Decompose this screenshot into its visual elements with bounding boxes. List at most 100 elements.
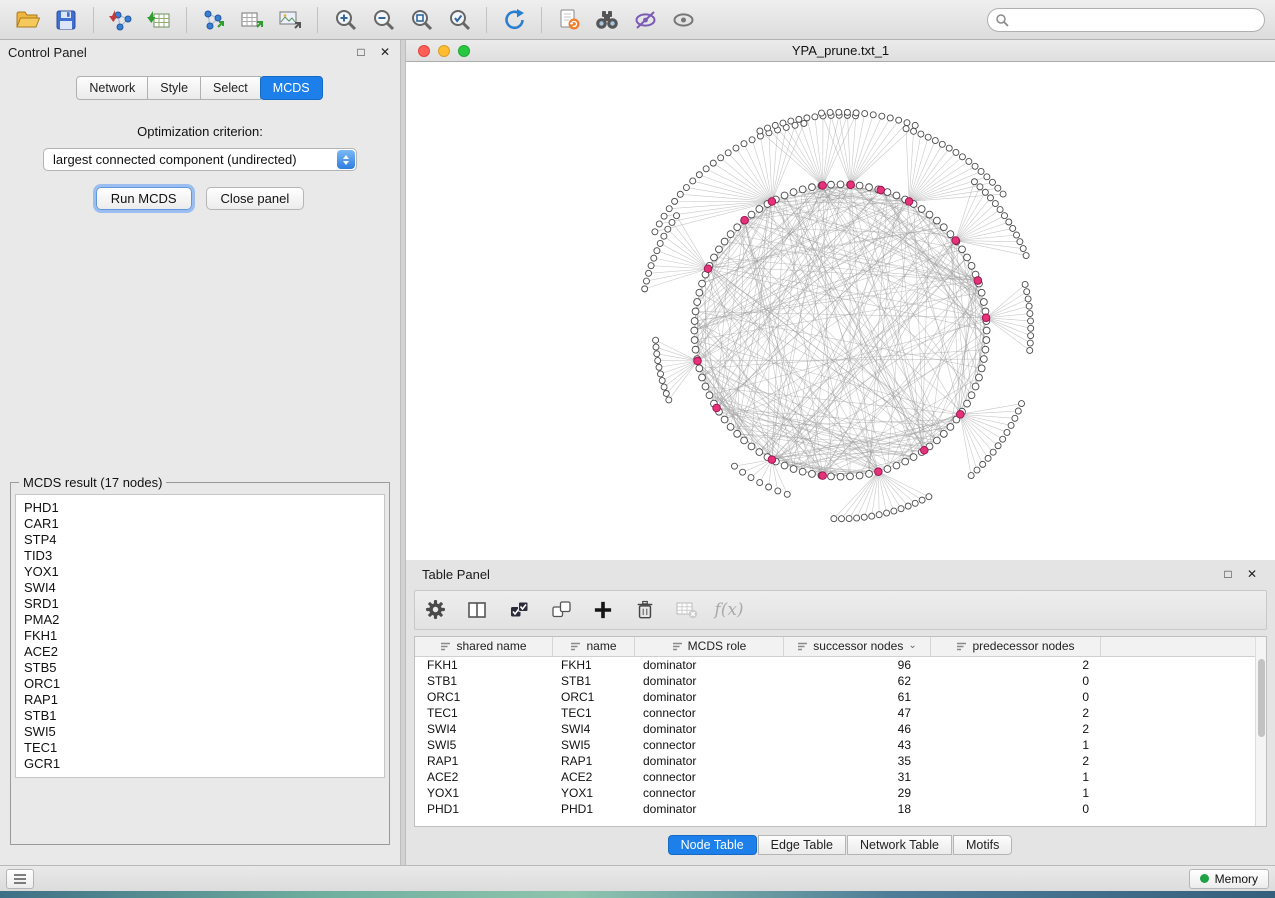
network-node[interactable] [1000,191,1006,197]
network-node[interactable] [964,254,971,261]
network-node[interactable] [912,122,918,128]
network-node[interactable] [642,286,648,292]
network-node[interactable] [953,149,959,155]
network-node[interactable] [643,278,649,284]
network-node[interactable] [918,206,925,213]
network-node[interactable] [947,424,954,431]
network-node[interactable] [727,424,734,431]
network-node[interactable] [781,192,788,199]
network-node[interactable] [902,458,909,465]
dominator-node[interactable] [956,411,964,419]
network-node[interactable] [659,378,665,384]
network-node[interactable] [870,112,876,118]
network-node[interactable] [780,120,786,126]
network-node[interactable] [711,254,718,261]
network-node[interactable] [966,158,972,164]
network-node[interactable] [699,374,706,381]
network-node[interactable] [748,443,755,450]
mcds-result-item[interactable]: ACE2 [24,644,376,660]
network-node[interactable] [718,155,724,161]
network-node[interactable] [1001,213,1007,219]
tab-motifs[interactable]: Motifs [953,835,1012,855]
network-node[interactable] [1012,415,1018,421]
network-node[interactable] [749,137,755,143]
network-node[interactable] [721,416,728,423]
mcds-result-list[interactable]: PHD1CAR1STP4TID3YOX1SWI4SRD1PMA2FKH1ACE2… [15,494,385,778]
network-node[interactable] [947,231,954,238]
network-node[interactable] [847,473,854,480]
show-columns-button[interactable] [465,598,489,622]
table-row[interactable]: SWI4SWI4dominator462 [415,721,1266,737]
zoom-out-button[interactable] [365,5,401,35]
network-node[interactable] [734,430,741,437]
network-node[interactable] [980,356,987,363]
network-node[interactable] [1027,340,1033,346]
dominator-node[interactable] [875,468,883,476]
network-node[interactable] [992,201,998,207]
network-node[interactable] [983,337,990,344]
network-node[interactable] [896,117,902,123]
network-node[interactable] [818,110,824,116]
mcds-result-item[interactable]: RAP1 [24,692,376,708]
network-node[interactable] [976,374,983,381]
network-node[interactable] [1024,289,1030,295]
network-node[interactable] [651,255,657,261]
network-node[interactable] [837,181,844,188]
network-node[interactable] [959,246,966,253]
table-row[interactable]: TEC1TEC1connector472 [415,705,1266,721]
network-node[interactable] [691,337,698,344]
apply-layout-button[interactable] [496,5,532,35]
network-node[interactable] [661,233,667,239]
network-node[interactable] [887,115,893,121]
network-node[interactable] [677,191,683,197]
mcds-result-item[interactable]: CAR1 [24,516,376,532]
network-node[interactable] [940,224,947,231]
table-row[interactable]: PHD1PHD1dominator180 [415,801,1266,817]
tab-node-table[interactable]: Node Table [668,835,757,855]
task-history-button[interactable] [6,869,34,889]
network-node[interactable] [665,226,671,232]
network-node[interactable] [809,184,816,191]
network-node[interactable] [725,150,731,156]
network-node[interactable] [893,192,900,199]
network-node[interactable] [884,510,890,516]
network-node[interactable] [968,473,974,479]
network-node[interactable] [790,189,797,196]
optimization-criterion-select[interactable]: largest connected component (undirected) [43,148,357,171]
network-node[interactable] [893,462,900,469]
network-node[interactable] [1019,401,1025,407]
dominator-node[interactable] [741,216,749,224]
network-node[interactable] [801,120,807,126]
tab-mcds[interactable]: MCDS [260,76,323,100]
network-node[interactable] [784,491,790,497]
network-node[interactable] [696,172,702,178]
network-node[interactable] [866,184,873,191]
network-node[interactable] [910,454,917,461]
tab-select[interactable]: Select [200,76,261,100]
open-session-button[interactable] [10,5,46,35]
network-node[interactable] [982,189,988,195]
network-node[interactable] [703,166,709,172]
network-node[interactable] [699,280,706,287]
network-node[interactable] [692,308,699,315]
network-node[interactable] [741,141,747,147]
network-node[interactable] [987,195,993,201]
mcds-result-item[interactable]: TEC1 [24,740,376,756]
network-node[interactable] [904,120,910,126]
network-node[interactable] [918,131,924,137]
network-node[interactable] [799,468,806,475]
network-node[interactable] [661,384,667,390]
scrollbar-thumb[interactable] [1258,659,1265,737]
network-node[interactable] [1022,281,1028,287]
table-row[interactable]: ACE2ACE2connector311 [415,769,1266,785]
network-node[interactable] [809,470,816,477]
network-node[interactable] [978,289,985,296]
network-node[interactable] [837,473,844,480]
network-node[interactable] [663,390,669,396]
dominator-node[interactable] [974,277,982,285]
control-panel-float-button[interactable]: □ [354,45,368,59]
dominator-node[interactable] [713,404,721,412]
network-node[interactable] [905,503,911,509]
dominator-node[interactable] [819,472,827,480]
zoom-in-button[interactable] [327,5,363,35]
